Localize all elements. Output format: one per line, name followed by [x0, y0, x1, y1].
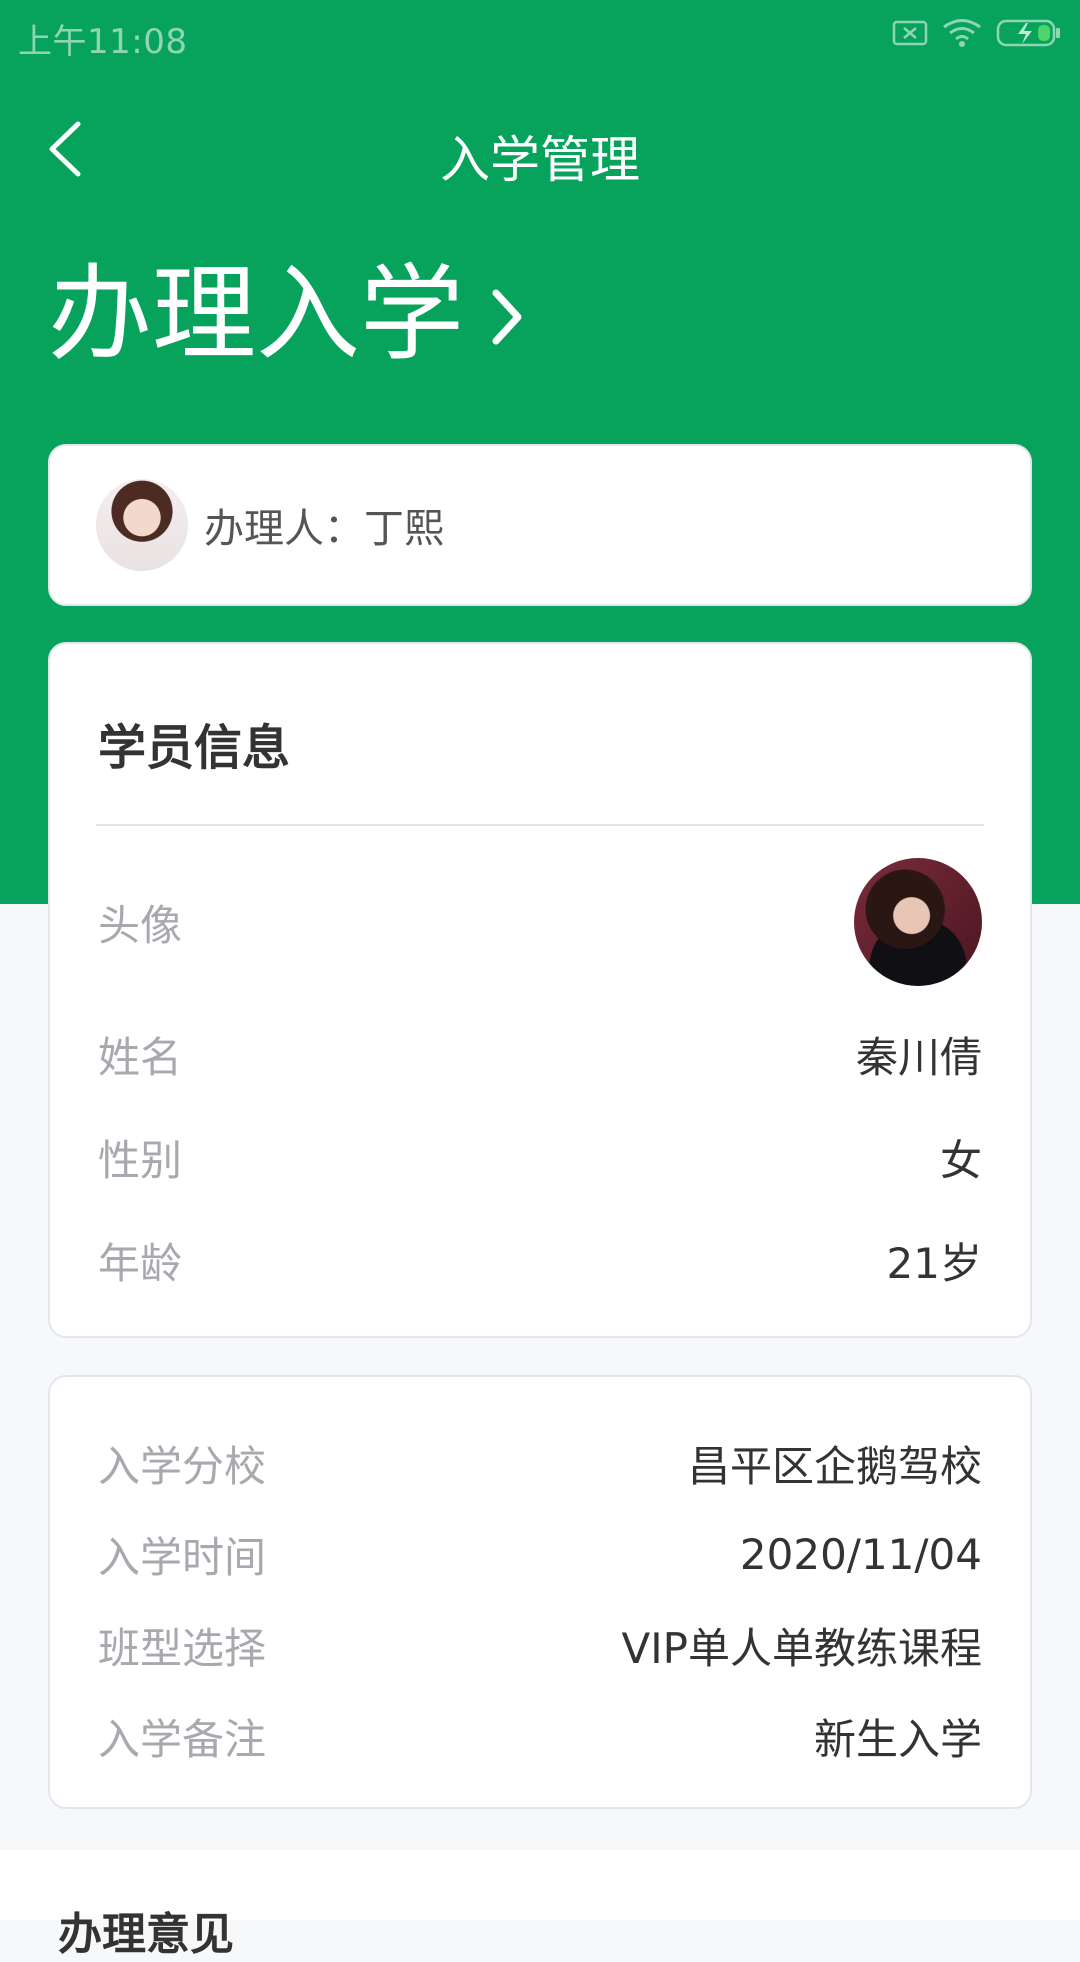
divider [96, 824, 984, 826]
gender-value: 女 [939, 1135, 982, 1185]
date-value: 2020/11/04 [739, 1529, 982, 1579]
school-label: 入学分校 [98, 1441, 267, 1491]
student-avatar[interactable] [854, 858, 982, 986]
avatar-label: 头像 [98, 900, 183, 950]
class-label: 班型选择 [98, 1623, 267, 1673]
age-label: 年龄 [98, 1238, 183, 1288]
opinion-title: 办理意见 [58, 1909, 234, 1960]
name-row: 姓名 秦川倩 [98, 1024, 982, 1084]
nav-bar: 入学管理 [0, 74, 1080, 230]
enrollment-card: 入学分校 昌平区企鹅驾校 入学时间 2020/11/04 班型选择 VIP单人单… [48, 1375, 1032, 1809]
date-label: 入学时间 [98, 1532, 267, 1582]
avatar-row[interactable]: 头像 [98, 858, 982, 986]
student-info-title: 学员信息 [98, 720, 291, 776]
gender-row: 性别 女 [98, 1127, 982, 1187]
gender-label: 性别 [98, 1135, 183, 1185]
status-time: 上午11:08 [18, 22, 188, 62]
enroll-title: 办理入学 [48, 253, 465, 375]
page-title: 入学管理 [440, 131, 640, 189]
class-row[interactable]: 班型选择 VIP单人单教练课程 [98, 1615, 982, 1675]
date-row[interactable]: 入学时间 2020/11/04 [98, 1524, 982, 1584]
school-value: 昌平区企鹅驾校 [687, 1441, 982, 1491]
opinion-section: 办理意见 [0, 1850, 1080, 1960]
student-info-card: 学员信息 头像 姓名 秦川倩 性别 女 年龄 21岁 [48, 642, 1032, 1338]
enroll-title-link[interactable]: 办理入学 [48, 262, 524, 366]
remark-label: 入学备注 [98, 1714, 267, 1764]
handler-avatar [96, 479, 188, 571]
class-value: VIP单人单教练课程 [621, 1623, 982, 1673]
status-bar: 上午11:08 [0, 0, 1080, 74]
status-icons [892, 18, 1062, 48]
name-value: 秦川倩 [855, 1032, 982, 1082]
chevron-right-icon [490, 287, 524, 347]
battery-charging-icon [996, 18, 1062, 48]
name-label: 姓名 [98, 1032, 183, 1082]
remark-value: 新生入学 [813, 1714, 982, 1764]
handler-card: 办理人：丁熙 [48, 444, 1032, 606]
handler-label: 办理人：丁熙 [204, 506, 444, 552]
school-row[interactable]: 入学分校 昌平区企鹅驾校 [98, 1433, 982, 1493]
age-value: 21岁 [886, 1238, 982, 1288]
wifi-icon [942, 18, 982, 48]
sim-error-icon [892, 19, 928, 47]
age-row: 年龄 21岁 [98, 1230, 982, 1290]
remark-row[interactable]: 入学备注 新生入学 [98, 1706, 982, 1766]
